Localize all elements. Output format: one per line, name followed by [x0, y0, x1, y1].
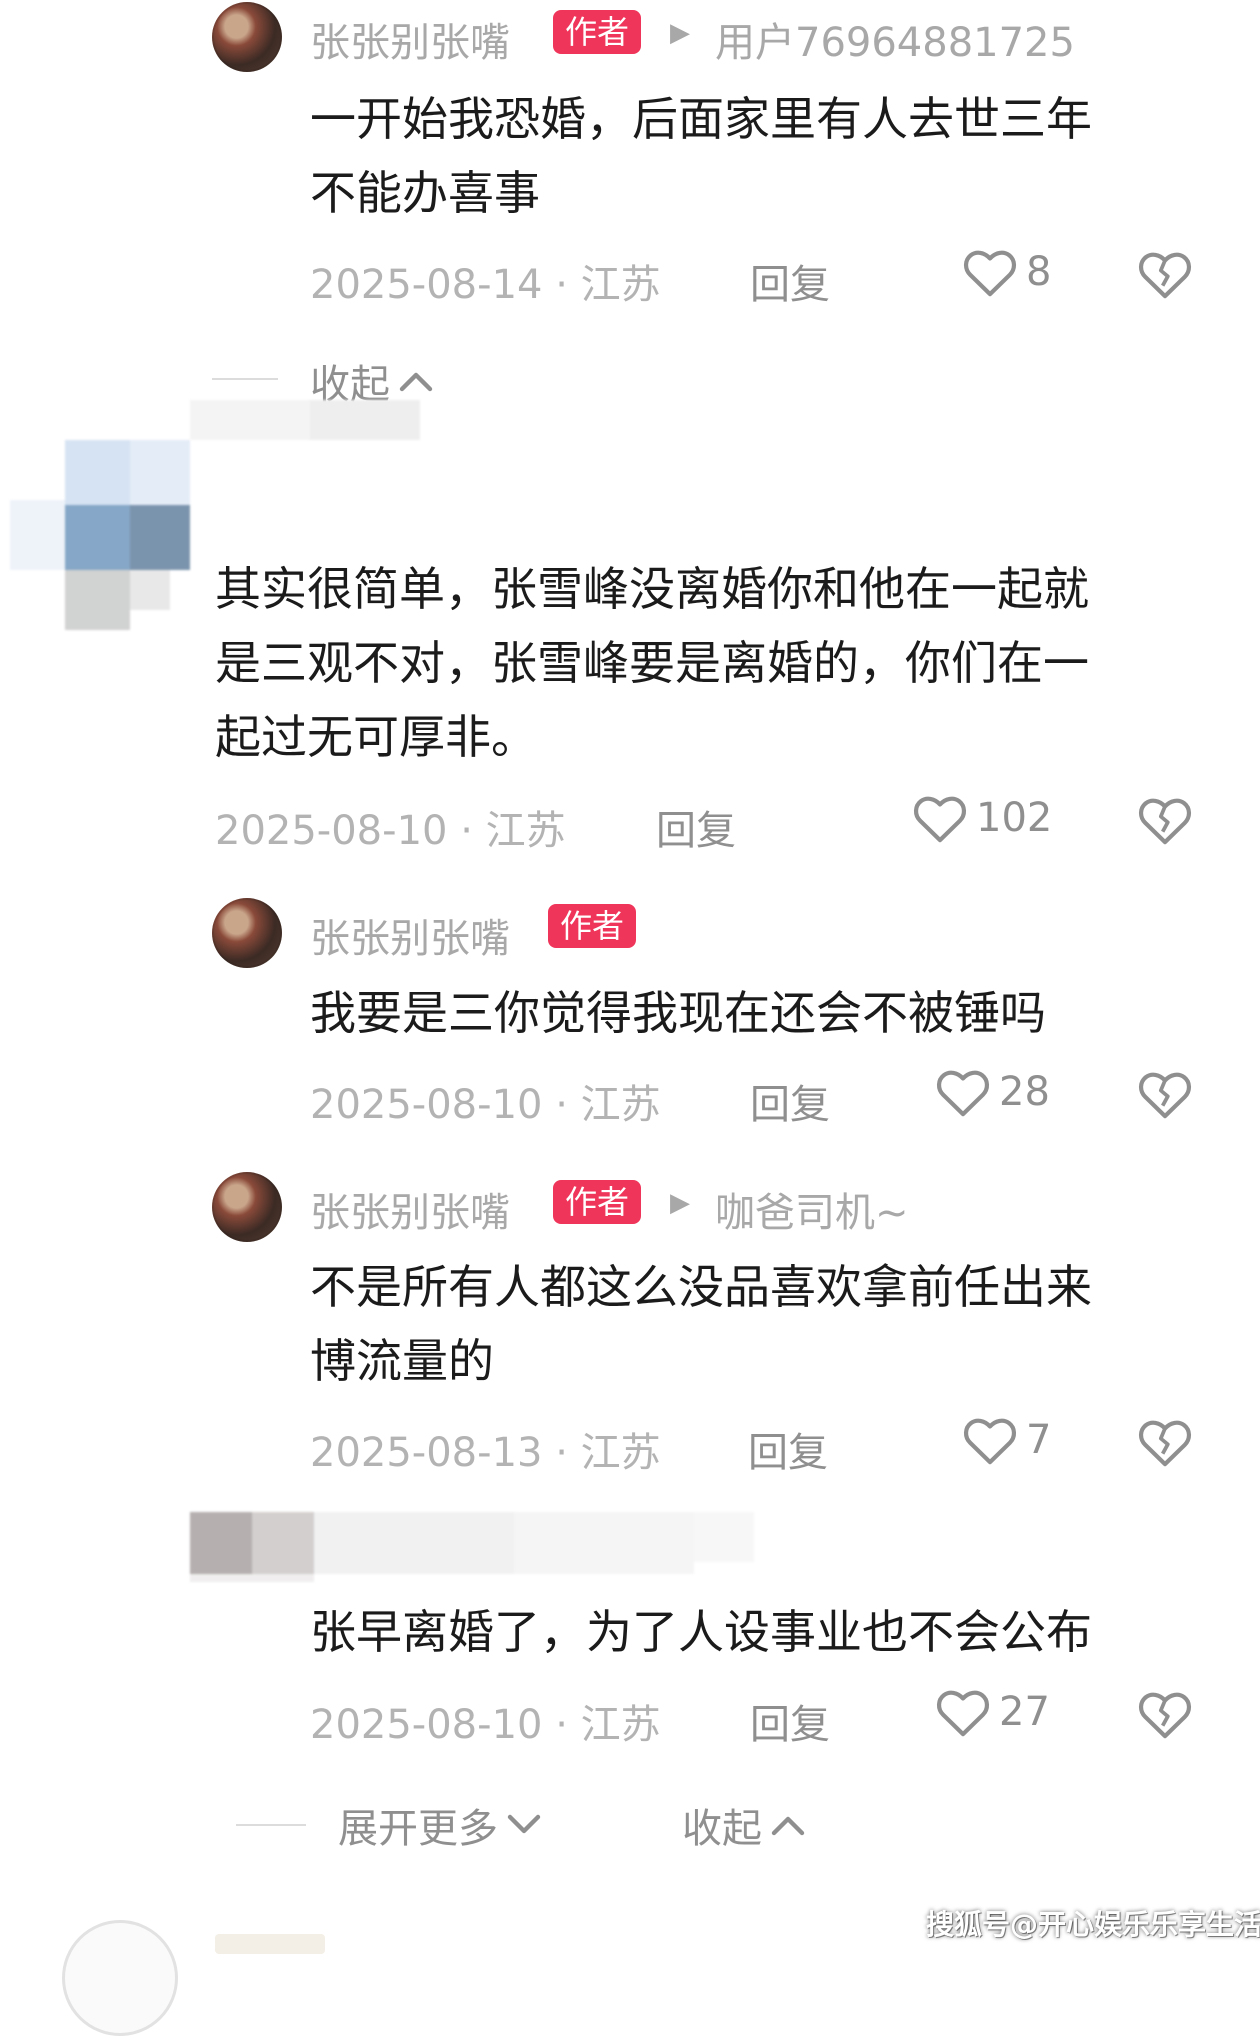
broken-heart-icon[interactable] — [1137, 1416, 1193, 1468]
chevron-up-icon — [396, 366, 436, 396]
comment-meta: 2025-08-10 · 江苏 — [310, 1072, 661, 1130]
comment-text-line: 博流量的 — [310, 1334, 494, 1388]
separator: · — [555, 1702, 568, 1748]
like-button[interactable]: 28 — [935, 1066, 1050, 1118]
heart-outline-icon — [962, 246, 1018, 298]
separator: · — [555, 1430, 568, 1476]
comment-location: 江苏 — [485, 808, 566, 854]
like-button[interactable]: 8 — [962, 246, 1051, 298]
expand-more-button[interactable]: 展开更多 — [338, 1796, 544, 1854]
divider-line — [212, 378, 278, 380]
play-triangle-icon: ▶ — [670, 1188, 690, 1218]
comment-text-line: 一开始我恐婚，后面家里有人去世三年 — [310, 92, 1092, 146]
author-avatar[interactable] — [212, 1172, 282, 1242]
comment-location: 江苏 — [580, 1082, 661, 1128]
separator: · — [460, 808, 473, 854]
comment-date: 2025-08-14 — [310, 262, 543, 308]
comment-meta: 2025-08-10 · 江苏 — [310, 1692, 661, 1750]
comment-text: 张早离婚了，为了人设事业也不会公布 — [310, 1595, 1092, 1669]
pixelated-user-header — [190, 1512, 770, 1582]
comment-text-line: 不能办喜事 — [310, 166, 540, 220]
heart-outline-icon — [935, 1686, 991, 1738]
comment-text-line: 其实很简单，张雪峰没离婚你和他在一起就 — [215, 562, 1089, 616]
author-badge: 作者 — [553, 10, 642, 54]
author-badge: 作者 — [548, 904, 637, 948]
next-comment-header-partial — [215, 1934, 325, 1954]
chevron-up-icon — [768, 1810, 808, 1840]
broken-heart-icon[interactable] — [1137, 248, 1193, 300]
comment-author-name[interactable]: 张张别张嘴 — [310, 906, 510, 964]
like-count: 7 — [1026, 1417, 1052, 1463]
like-button[interactable]: 102 — [912, 792, 1052, 844]
comment-location: 江苏 — [580, 1702, 661, 1748]
separator: · — [555, 262, 568, 308]
like-button[interactable]: 7 — [962, 1414, 1051, 1466]
comment-location: 江苏 — [580, 1430, 661, 1476]
heart-outline-icon — [912, 792, 968, 844]
separator: · — [555, 1082, 568, 1128]
like-count: 102 — [976, 795, 1053, 841]
comment-date: 2025-08-13 — [310, 1430, 543, 1476]
comment-author-name[interactable]: 张张别张嘴 — [310, 10, 510, 68]
comment-date: 2025-08-10 — [215, 808, 448, 854]
expand-more-label: 展开更多 — [338, 1806, 498, 1852]
comment-text: 其实很简单，张雪峰没离婚你和他在一起就 是三观不对，张雪峰要是离婚的，你们在一 … — [215, 552, 1089, 774]
like-count: 27 — [999, 1689, 1050, 1735]
comment-date: 2025-08-10 — [310, 1082, 543, 1128]
comment-author-name[interactable]: 张张别张嘴 — [310, 1180, 510, 1238]
heart-outline-icon — [935, 1066, 991, 1118]
reply-to-user[interactable]: 咖爸司机~ — [715, 1180, 909, 1238]
author-avatar[interactable] — [212, 898, 282, 968]
next-comment-avatar-partial — [62, 1920, 178, 2036]
collapse-label: 收起 — [682, 1806, 762, 1852]
comment-text: 不是所有人都这么没品喜欢拿前任出来 博流量的 — [310, 1250, 1092, 1398]
heart-outline-icon — [962, 1414, 1018, 1466]
comment-text-line: 不是所有人都这么没品喜欢拿前任出来 — [310, 1260, 1092, 1314]
comment-text-line: 是三观不对，张雪峰要是离婚的，你们在一 — [215, 636, 1089, 690]
like-count: 8 — [1026, 249, 1052, 295]
like-count: 28 — [999, 1069, 1050, 1115]
author-badge: 作者 — [553, 1180, 642, 1224]
reply-to-user[interactable]: 用户76964881725 — [715, 10, 1075, 68]
comment-text-line: 张早离婚了，为了人设事业也不会公布 — [310, 1605, 1092, 1659]
comment-text-line: 起过无可厚非。 — [215, 710, 537, 764]
comment-date: 2025-08-10 — [310, 1702, 543, 1748]
reply-button[interactable]: 回复 — [750, 252, 830, 310]
watermark: 搜狐号@开心娱乐乐享生活 — [926, 1908, 1260, 1941]
comment-text-line: 我要是三你觉得我现在还会不被锤吗 — [310, 986, 1046, 1040]
broken-heart-icon[interactable] — [1137, 794, 1193, 846]
comment-location: 江苏 — [580, 262, 661, 308]
broken-heart-icon[interactable] — [1137, 1068, 1193, 1120]
comment-meta: 2025-08-13 · 江苏 — [310, 1420, 661, 1478]
play-triangle-icon: ▶ — [670, 18, 690, 48]
comment-meta: 2025-08-10 · 江苏 — [215, 798, 566, 856]
broken-heart-icon[interactable] — [1137, 1688, 1193, 1740]
divider-line — [236, 1824, 306, 1826]
comment-text: 我要是三你觉得我现在还会不被锤吗 — [310, 976, 1046, 1050]
pixelated-username — [190, 400, 420, 440]
reply-button[interactable]: 回复 — [750, 1692, 830, 1750]
reply-button[interactable]: 回复 — [750, 1072, 830, 1130]
comment-meta: 2025-08-14 · 江苏 — [310, 252, 661, 310]
reply-button[interactable]: 回复 — [748, 1420, 828, 1478]
chevron-down-icon — [504, 1810, 544, 1840]
reply-button[interactable]: 回复 — [656, 798, 736, 856]
pixelated-avatar — [10, 430, 190, 630]
like-button[interactable]: 27 — [935, 1686, 1050, 1738]
comment-text: 一开始我恐婚，后面家里有人去世三年 不能办喜事 — [310, 82, 1092, 230]
author-avatar[interactable] — [212, 2, 282, 72]
collapse-button[interactable]: 收起 — [682, 1796, 808, 1854]
